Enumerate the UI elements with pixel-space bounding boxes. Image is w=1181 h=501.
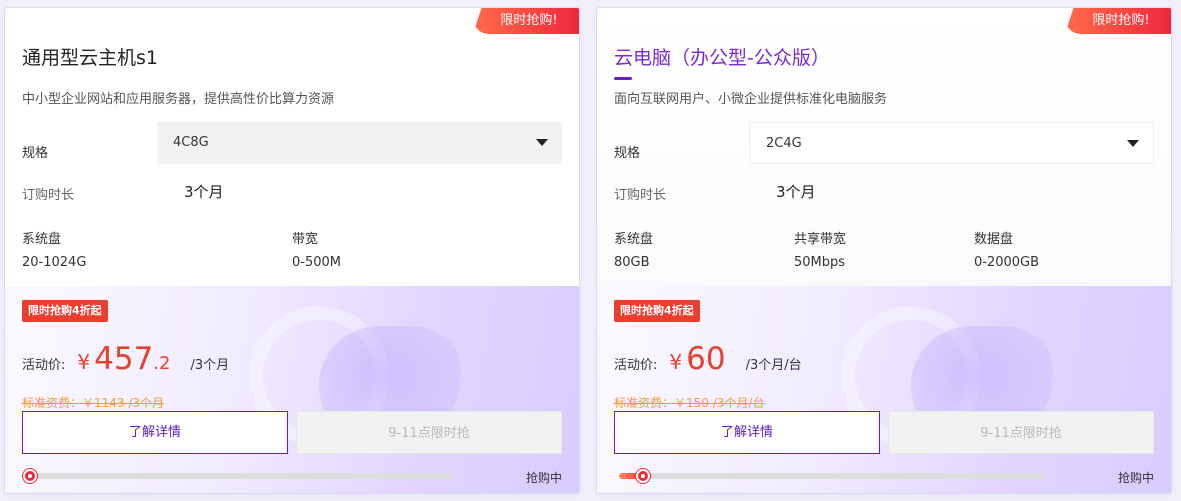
product-card-cloud-pc: 限时抢购! 云电脑（办公型-公众版） 面向互联网用户、小微企业提供标准化电脑服务… xyxy=(597,8,1171,493)
flame-icon xyxy=(636,469,651,483)
flash-buy-button[interactable]: 9-11点限时抢 xyxy=(888,411,1154,454)
sale-status: 抢购中 xyxy=(525,471,562,485)
price-decimal: .2 xyxy=(153,353,171,374)
currency-symbol: ¥ xyxy=(669,350,683,374)
spec-bandwidth: 带宽 0-500M xyxy=(292,228,341,270)
price-row: 活动价: ¥ 457 .2 /3个月 xyxy=(22,341,229,377)
spec-value: 80GB xyxy=(614,255,650,270)
spec-shared-bandwidth: 共享带宽 50Mbps xyxy=(794,228,846,270)
spec-value: 20-1024G xyxy=(22,255,87,270)
chevron-down-icon xyxy=(536,139,548,146)
learn-more-button[interactable]: 了解详情 xyxy=(22,411,288,454)
spec-label: 规格 xyxy=(22,146,49,161)
price-label: 活动价: xyxy=(614,358,658,373)
flash-sale-badge: 限时抢购! xyxy=(1065,8,1171,34)
spec-select[interactable]: 2C4G xyxy=(749,122,1154,164)
currency-symbol: ¥ xyxy=(77,350,91,374)
spec-key: 数据盘 xyxy=(974,232,1014,247)
promo-tag: 限时抢购4折起 xyxy=(22,300,108,322)
price-unit: /3个月/台 xyxy=(745,358,802,373)
flash-sale-badge: 限时抢购! xyxy=(473,8,579,34)
spec-select[interactable]: 4C8G xyxy=(157,122,562,164)
duration-value: 3个月 xyxy=(776,183,816,201)
card-title: 通用型云主机s1 xyxy=(22,47,158,69)
spec-key: 系统盘 xyxy=(22,232,62,247)
flash-buy-button[interactable]: 9-11点限时抢 xyxy=(296,411,562,454)
spec-key: 共享带宽 xyxy=(794,232,847,247)
spec-system-disk: 系统盘 20-1024G xyxy=(22,228,86,270)
title-underline xyxy=(614,77,632,80)
promo-section: 限时抢购4折起 活动价: ¥ 457 .2 /3个月 标准资费：￥1143 /3… xyxy=(5,286,579,493)
sale-status: 抢购中 xyxy=(1117,471,1154,485)
spec-value: 0-2000GB xyxy=(974,255,1040,270)
card-description: 面向互联网用户、小微企业提供标准化电脑服务 xyxy=(614,92,888,107)
flame-icon xyxy=(23,469,37,483)
spec-label: 规格 xyxy=(614,146,641,161)
promo-section: 限时抢购4折起 活动价: ¥ 60 /3个月/台 标准资费：￥150 /3个月/… xyxy=(597,286,1171,493)
spec-data-disk: 数据盘 0-2000GB xyxy=(974,228,1039,270)
spec-select-value: 4C8G xyxy=(173,135,209,150)
spec-key: 系统盘 xyxy=(614,232,654,247)
spec-value: 50Mbps xyxy=(794,255,846,270)
price-row: 活动价: ¥ 60 /3个月/台 xyxy=(614,341,802,377)
price-unit: /3个月 xyxy=(190,358,230,373)
duration-label: 订购时长 xyxy=(614,188,667,203)
price-integer: 60 xyxy=(686,341,726,377)
product-card-cloud-host: 限时抢购! 通用型云主机s1 中小型企业网站和应用服务器，提供高性价比算力资源 … xyxy=(5,8,579,493)
spec-value: 0-500M xyxy=(292,255,341,270)
spec-key: 带宽 xyxy=(292,232,319,247)
price-label: 活动价: xyxy=(22,358,66,373)
duration-label: 订购时长 xyxy=(22,188,75,203)
spec-system-disk: 系统盘 80GB xyxy=(614,228,653,270)
original-price: 标准资费：￥1143 /3个月 xyxy=(22,396,165,410)
card-description: 中小型企业网站和应用服务器，提供高性价比算力资源 xyxy=(22,92,335,107)
learn-more-button[interactable]: 了解详情 xyxy=(614,411,880,454)
original-price: 标准资费：￥150 /3个月/台 xyxy=(614,396,765,410)
card-title: 云电脑（办公型-公众版） xyxy=(614,47,830,69)
sale-progress-bar xyxy=(23,469,454,483)
promo-tag: 限时抢购4折起 xyxy=(614,300,700,322)
price-integer: 457 xyxy=(94,341,154,377)
chevron-down-icon xyxy=(1127,140,1139,147)
sale-progress-bar xyxy=(619,469,1046,483)
duration-value: 3个月 xyxy=(184,183,224,201)
spec-select-value: 2C4G xyxy=(766,136,802,151)
